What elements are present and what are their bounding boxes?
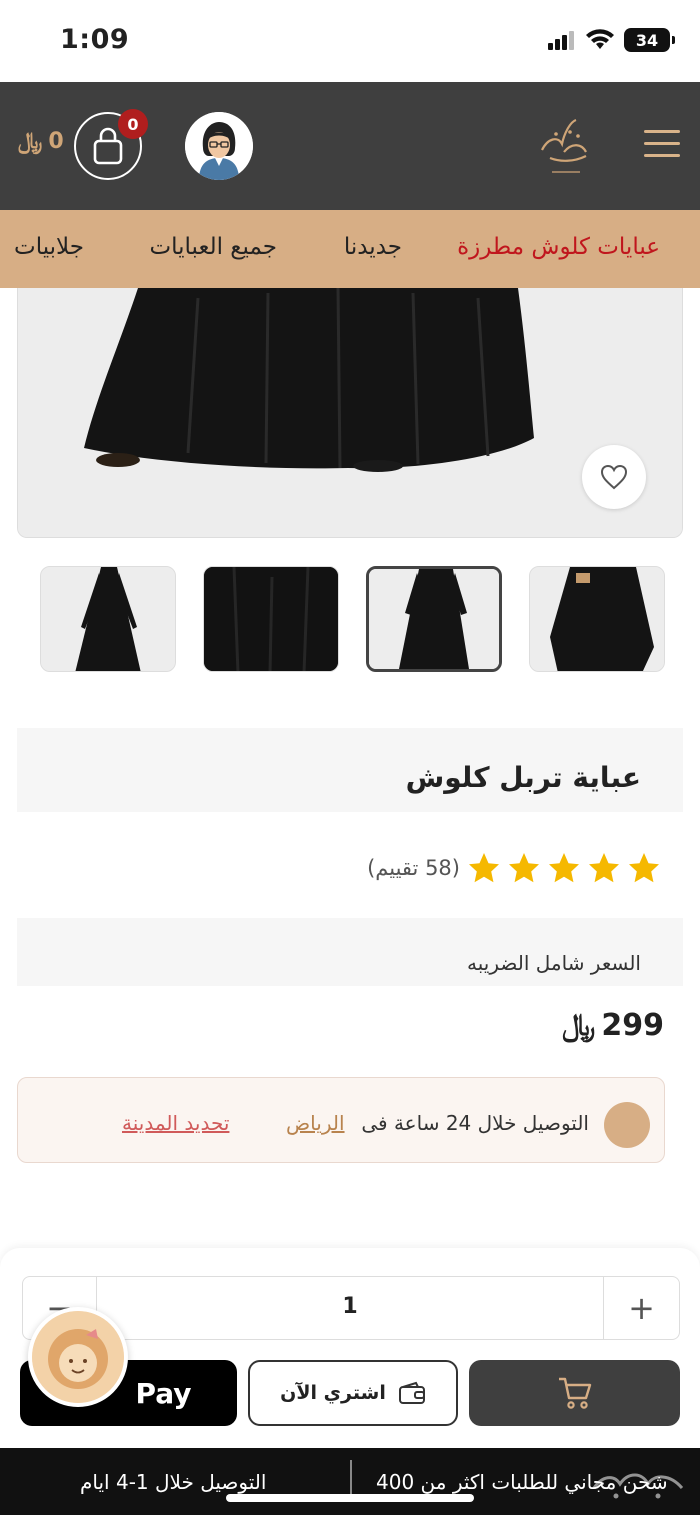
quantity-increase-button[interactable]: +	[603, 1277, 679, 1339]
quantity-value[interactable]: 1	[97, 1294, 603, 1319]
user-avatar-icon	[185, 112, 253, 180]
currency-symbol: ﷼	[18, 129, 43, 154]
price-box: السعر شامل الضريبه	[17, 918, 683, 986]
chat-support-button[interactable]	[28, 1307, 128, 1407]
price-label: السعر شامل الضريبه	[467, 951, 641, 975]
product-price: ﷼ 299	[562, 1008, 664, 1043]
star-icon	[509, 853, 539, 883]
menu-button[interactable]	[644, 128, 680, 160]
product-thumbnail-selected[interactable]	[366, 566, 502, 672]
thumbnail-image	[41, 567, 175, 671]
change-city-link[interactable]: تحديد المدينة	[122, 1111, 229, 1135]
logo-icon	[541, 118, 587, 173]
status-icons: 34	[548, 28, 675, 52]
category-nav: عبايات كلوش مطرزة جديدنا جميع العبايات ج…	[0, 210, 700, 288]
product-rating[interactable]: (58 تقييم)	[367, 850, 662, 886]
price-value: 299	[601, 1008, 664, 1043]
delivery-duration-note: التوصيل خلال 1-4 ايام	[80, 1470, 267, 1494]
store-logo[interactable]	[530, 112, 600, 182]
watermark-logo	[588, 1462, 688, 1506]
cart-total-value: 0	[48, 129, 64, 154]
thumbnail-image	[204, 567, 338, 671]
category-new[interactable]: جديدنا	[344, 234, 402, 260]
thumbnail-image	[369, 569, 499, 669]
site-header: ﷼ 0 0	[0, 82, 700, 210]
watermark-icon	[592, 1473, 684, 1499]
heart-icon	[600, 464, 628, 490]
thumbnail-image	[530, 567, 664, 671]
favorite-button[interactable]	[582, 445, 646, 509]
star-icon	[589, 853, 619, 883]
battery-icon: 34	[624, 28, 675, 52]
support-avatar-icon	[32, 1311, 124, 1403]
divider	[350, 1460, 352, 1496]
home-indicator[interactable]	[226, 1494, 474, 1502]
rating-count: (58 تقييم)	[367, 856, 460, 880]
status-bar: 1:09 34	[0, 0, 700, 82]
delivery-text: التوصيل خلال 24 ساعة فى	[361, 1111, 589, 1135]
avatar[interactable]	[185, 112, 253, 180]
product-title-box: عباية تربل كلوش	[17, 728, 683, 812]
currency-symbol: ﷼	[562, 1008, 596, 1043]
wallet-icon	[398, 1381, 425, 1404]
menu-icon-bar	[644, 142, 680, 145]
product-thumbnail[interactable]	[203, 566, 339, 672]
category-embroidered-abayas[interactable]: عبايات كلوش مطرزة	[457, 234, 660, 260]
product-main-image[interactable]	[17, 288, 683, 538]
buy-now-button[interactable]: اشتري الآن	[248, 1360, 458, 1426]
star-icon	[549, 853, 579, 883]
cart-total: ﷼ 0	[18, 129, 64, 154]
star-icon	[629, 853, 659, 883]
buy-now-label: اشتري الآن	[280, 1382, 386, 1404]
product-thumbnail[interactable]	[40, 566, 176, 672]
add-to-cart-button[interactable]	[469, 1360, 680, 1426]
abaya-photo	[18, 288, 682, 537]
cart-icon	[558, 1377, 591, 1409]
category-all-abayas[interactable]: جميع العبايات	[149, 234, 277, 260]
category-jalabiyas[interactable]: جلابيات	[14, 234, 84, 260]
delivery-city-link[interactable]: الرياض	[286, 1111, 345, 1135]
delivery-icon	[604, 1102, 650, 1148]
wifi-icon	[586, 29, 614, 49]
pay-label: Pay	[135, 1376, 192, 1410]
menu-icon-bar	[644, 154, 680, 157]
status-time: 1:09	[60, 24, 130, 55]
star-icon	[469, 853, 499, 883]
product-thumbnail[interactable]	[529, 566, 665, 672]
cart-count-badge: 0	[118, 109, 148, 139]
delivery-info: التوصيل خلال 24 ساعة فى الرياض تحديد الم…	[17, 1077, 665, 1163]
signal-icon	[548, 31, 574, 50]
menu-icon-bar	[644, 130, 680, 133]
product-title: عباية تربل كلوش	[405, 761, 641, 794]
